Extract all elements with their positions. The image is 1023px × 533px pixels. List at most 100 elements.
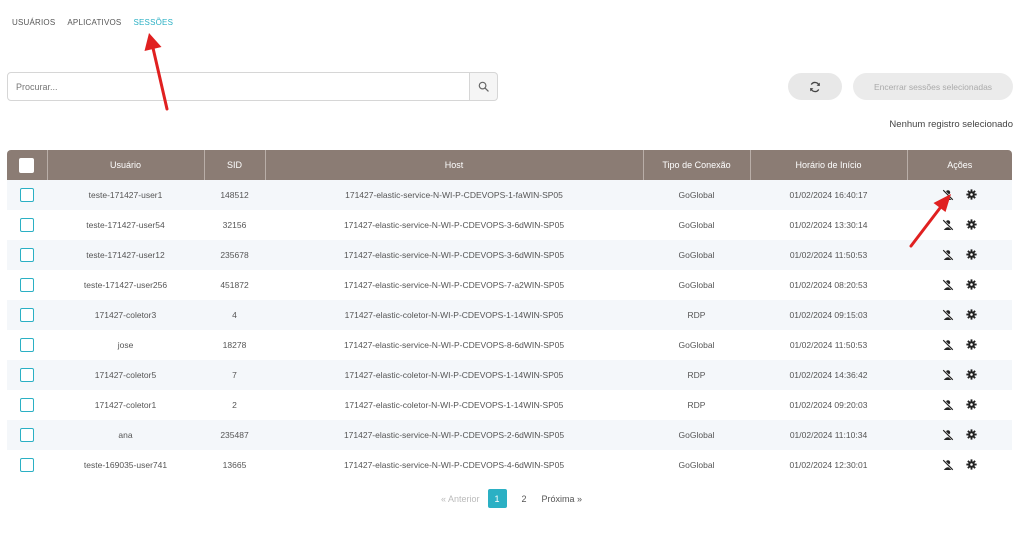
cell-acoes — [907, 420, 1012, 450]
col-horario-inicio[interactable]: Horário de Início — [750, 150, 908, 180]
cell-sid: 32156 — [222, 220, 247, 230]
tab-sessoes[interactable]: SESSÕES — [133, 18, 173, 27]
row-checkbox[interactable] — [20, 248, 34, 262]
user-slash-icon[interactable] — [941, 459, 954, 471]
row-checkbox[interactable] — [20, 398, 34, 412]
row-checkbox[interactable] — [20, 308, 34, 322]
cell-acoes — [907, 390, 1012, 420]
row-actions — [907, 279, 1012, 291]
cell-tipo-conexao: RDP — [687, 400, 706, 410]
row-select-cell — [7, 180, 47, 210]
col-tipo-conexao[interactable]: Tipo de Conexão — [643, 150, 751, 180]
user-slash-icon[interactable] — [941, 339, 954, 351]
gear-icon[interactable] — [965, 339, 978, 351]
gear-icon[interactable] — [965, 429, 978, 441]
cell-host: 171427-elastic-coletor-N-WI-P-CDEVOPS-1-… — [344, 370, 564, 380]
cell-acoes — [907, 180, 1012, 210]
row-actions — [907, 399, 1012, 411]
gear-icon[interactable] — [965, 219, 978, 231]
gear-icon[interactable] — [965, 399, 978, 411]
sessions-table: Usuário SID Host Tipo de Conexão Horário… — [7, 150, 1012, 480]
pagination: « Anterior 1 2 Próxima » — [0, 489, 1023, 508]
gear-icon[interactable] — [965, 369, 978, 381]
tab-aplicativos[interactable]: APLICATIVOS — [67, 18, 121, 27]
cell-tipo-conexao: GoGlobal — [678, 220, 715, 230]
section-tabs: USUÁRIOS APLICATIVOS SESSÕES — [12, 18, 173, 27]
cell-acoes — [907, 330, 1012, 360]
tab-usuarios[interactable]: USUÁRIOS — [12, 18, 55, 27]
gear-icon[interactable] — [965, 309, 978, 321]
cell-acoes — [907, 210, 1012, 240]
cell-horario-inicio: 01/02/2024 14:36:42 — [789, 370, 868, 380]
cell-tipo-conexao: GoGlobal — [678, 280, 715, 290]
cell-sid: 4 — [232, 310, 237, 320]
row-select-cell — [7, 420, 47, 450]
cell-horario-inicio: 01/02/2024 11:10:34 — [789, 430, 868, 440]
cell-usuario: teste-171427-user54 — [86, 220, 165, 230]
table-row: jose 18278 171427-elastic-service-N-WI-P… — [7, 330, 1012, 360]
row-actions — [907, 339, 1012, 351]
cell-host: 171427-elastic-coletor-N-WI-P-CDEVOPS-1-… — [344, 400, 564, 410]
selection-status: Nenhum registro selecionado — [889, 119, 1013, 130]
row-select-cell — [7, 300, 47, 330]
cell-sid: 13665 — [222, 460, 247, 470]
cell-usuario: jose — [117, 340, 134, 350]
cell-acoes — [907, 360, 1012, 390]
refresh-icon — [809, 81, 821, 93]
cell-usuario: 171427-coletor1 — [94, 400, 157, 410]
row-actions — [907, 189, 1012, 201]
user-slash-icon[interactable] — [941, 279, 954, 291]
cell-host: 171427-elastic-service-N-WI-P-CDEVOPS-1-… — [345, 190, 563, 200]
row-actions — [907, 429, 1012, 441]
row-checkbox[interactable] — [20, 368, 34, 382]
cell-usuario: teste-171427-user1 — [88, 190, 163, 200]
row-select-cell — [7, 210, 47, 240]
row-checkbox[interactable] — [20, 458, 34, 472]
row-checkbox[interactable] — [20, 188, 34, 202]
user-slash-icon[interactable] — [941, 429, 954, 441]
col-usuario[interactable]: Usuário — [47, 150, 205, 180]
select-all-cell — [7, 150, 48, 180]
row-select-cell — [7, 390, 47, 420]
cell-usuario: 171427-coletor3 — [94, 310, 157, 320]
row-checkbox[interactable] — [20, 218, 34, 232]
table-row: teste-171427-user54 32156 171427-elastic… — [7, 210, 1012, 240]
pagination-prev[interactable]: « Anterior — [441, 494, 480, 504]
user-slash-icon[interactable] — [941, 369, 954, 381]
cell-acoes — [907, 270, 1012, 300]
user-slash-icon[interactable] — [941, 249, 954, 261]
search-button[interactable] — [470, 72, 498, 101]
cell-sid: 7 — [232, 370, 237, 380]
search-input[interactable] — [7, 72, 470, 101]
end-selected-sessions-button[interactable]: Encerrar sessões selecionadas — [853, 73, 1013, 100]
cell-tipo-conexao: GoGlobal — [678, 460, 715, 470]
gear-icon[interactable] — [965, 279, 978, 291]
user-slash-icon[interactable] — [941, 309, 954, 321]
select-all-checkbox[interactable] — [19, 157, 35, 173]
gear-icon[interactable] — [965, 459, 978, 471]
gear-icon[interactable] — [965, 249, 978, 261]
cell-horario-inicio: 01/02/2024 09:15:03 — [789, 310, 868, 320]
cell-sid: 235487 — [220, 430, 249, 440]
gear-icon[interactable] — [965, 189, 978, 201]
pagination-page-2[interactable]: 2 — [515, 489, 534, 508]
cell-host: 171427-elastic-service-N-WI-P-CDEVOPS-3-… — [343, 250, 565, 260]
cell-tipo-conexao: RDP — [687, 310, 706, 320]
table-row: teste-171427-user12 235678 171427-elasti… — [7, 240, 1012, 270]
row-actions — [907, 309, 1012, 321]
row-checkbox[interactable] — [20, 428, 34, 442]
refresh-button[interactable] — [788, 73, 842, 100]
cell-acoes — [907, 450, 1012, 480]
row-checkbox[interactable] — [20, 278, 34, 292]
user-slash-icon[interactable] — [941, 399, 954, 411]
user-slash-icon[interactable] — [941, 189, 954, 201]
cell-horario-inicio: 01/02/2024 09:20:03 — [789, 400, 868, 410]
row-checkbox[interactable] — [20, 338, 34, 352]
user-slash-icon[interactable] — [941, 219, 954, 231]
pagination-next[interactable]: Próxima » — [542, 494, 583, 504]
cell-host: 171427-elastic-service-N-WI-P-CDEVOPS-4-… — [343, 460, 565, 470]
cell-host: 171427-elastic-coletor-N-WI-P-CDEVOPS-1-… — [344, 310, 564, 320]
pagination-page-1[interactable]: 1 — [487, 489, 507, 508]
col-host[interactable]: Host — [265, 150, 644, 180]
col-sid[interactable]: SID — [204, 150, 266, 180]
